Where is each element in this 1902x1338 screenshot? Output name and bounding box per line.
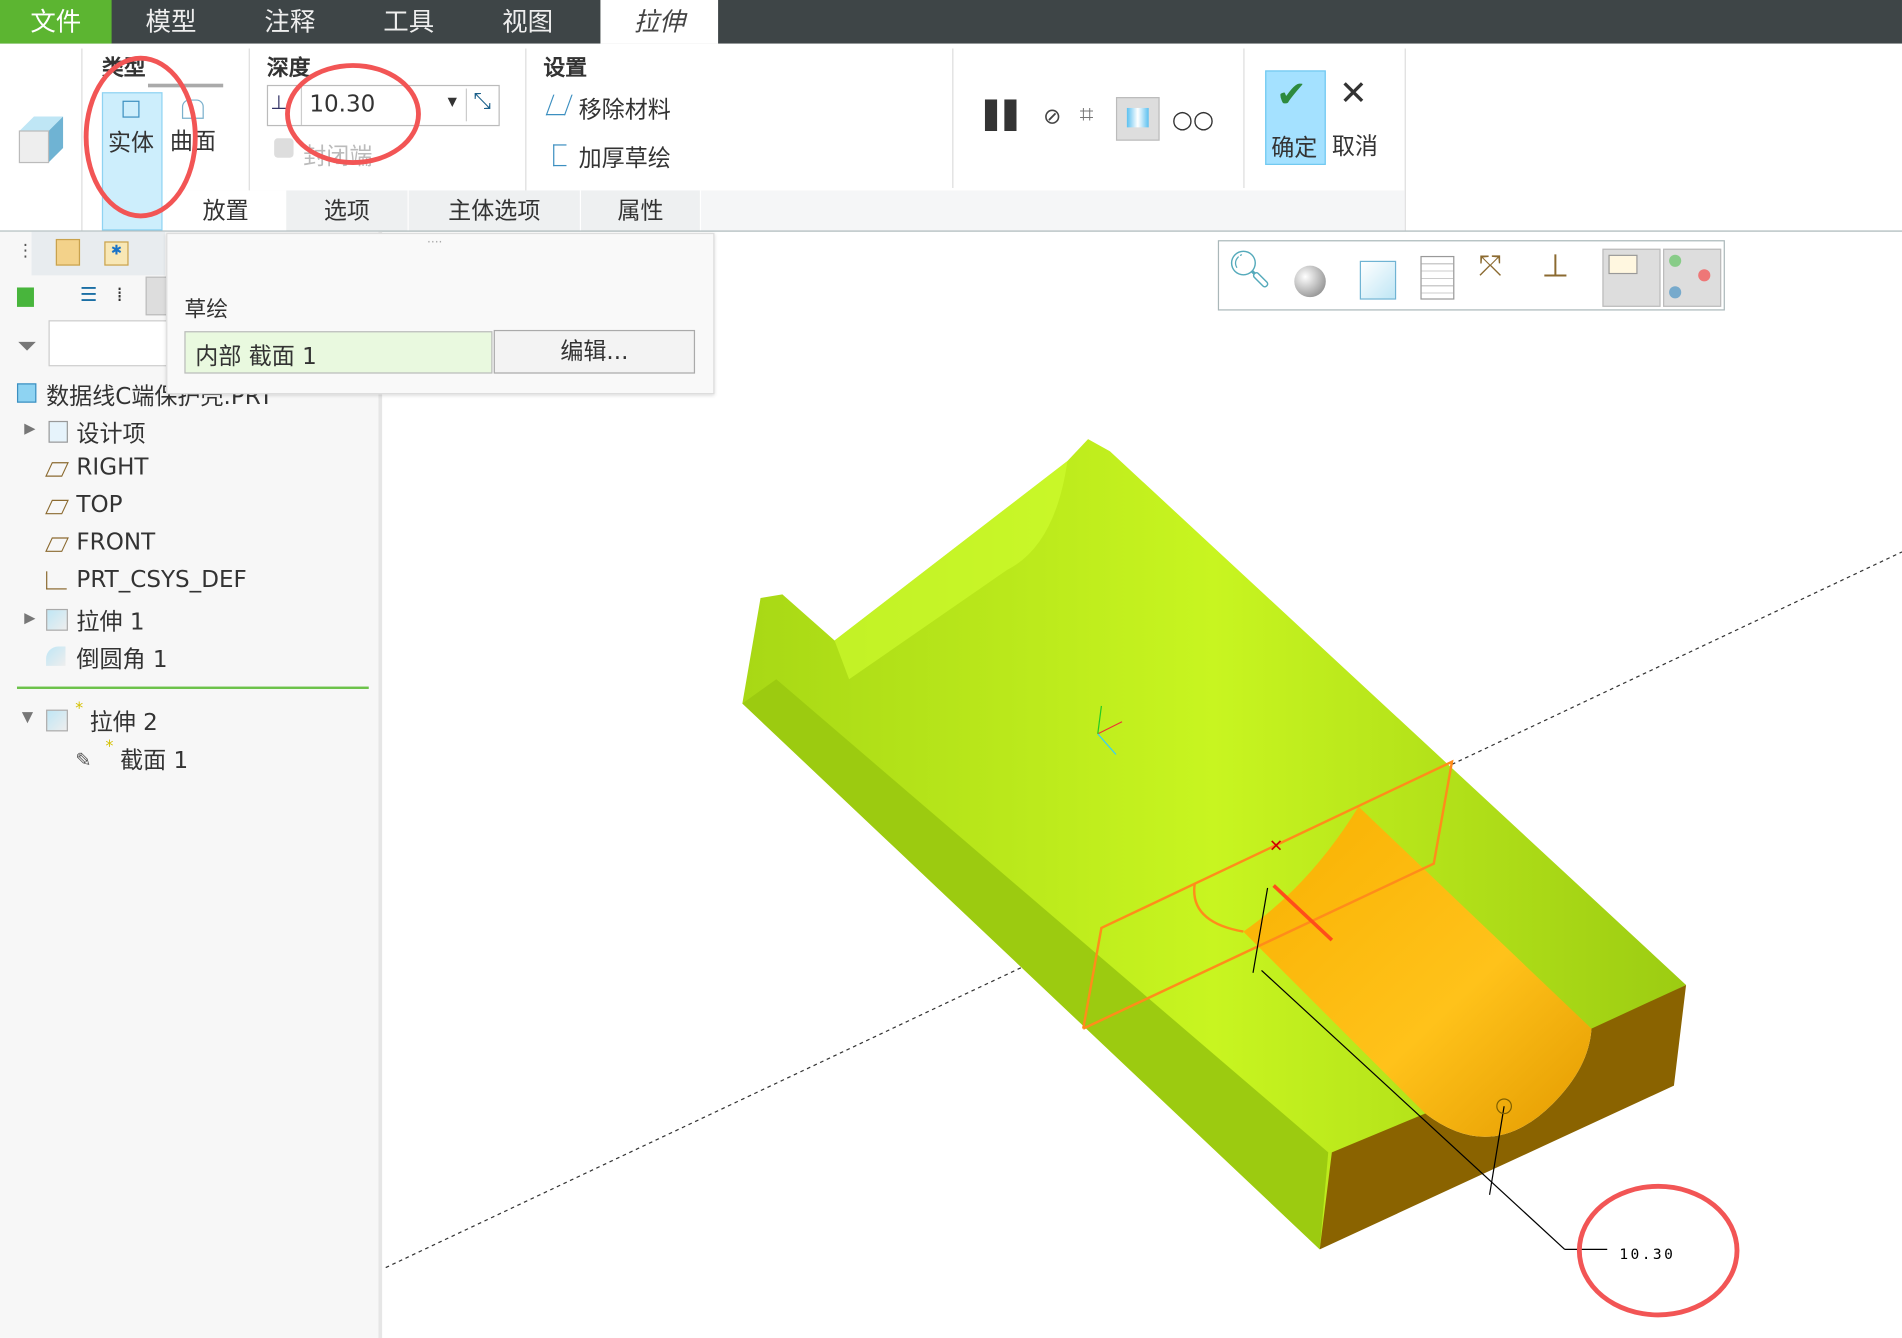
cancel-label: 取消 [1331, 133, 1378, 161]
datum-plane-icon [45, 537, 69, 552]
extrude-icon [46, 608, 68, 631]
remove-material-option[interactable]: 移除材料 [579, 92, 671, 125]
flip-direction-icon[interactable]: ⤡ [465, 88, 498, 122]
extrude-icon [46, 709, 68, 732]
tree-item-right[interactable]: RIGHT [76, 454, 148, 481]
new-marker-icon: * [105, 737, 114, 756]
highlight-ring [285, 63, 421, 165]
thicken-sketch-option[interactable]: 加厚草绘 [579, 141, 671, 174]
sketch-value: 内部 截面 1 [195, 343, 317, 370]
glasses-icon[interactable]: ○○ [1172, 104, 1214, 133]
drag-handle-icon[interactable]: ···· [427, 237, 442, 250]
tab-placement[interactable]: 放置 [166, 190, 287, 231]
csys-origin-icon: ✕ [1269, 837, 1283, 857]
favorites-icon[interactable]: ✱ [104, 241, 129, 266]
coordinate-system-icon [46, 571, 67, 590]
highlight-ring [1576, 1183, 1740, 1318]
tree-filter-icon[interactable]: ☰ [80, 283, 97, 306]
verify-preview-button[interactable] [1115, 97, 1160, 141]
datum-display-icon[interactable]: ⤧ [1479, 249, 1535, 305]
navigator-tabs [31, 231, 165, 276]
insert-indicator[interactable] [16, 686, 369, 689]
extrude-feature-icon [18, 116, 64, 164]
design-items-icon [48, 420, 68, 443]
spin-center-button[interactable] [1663, 248, 1722, 307]
zoom-fit-icon[interactable]: 🔍︎ [1226, 249, 1282, 305]
part-icon [16, 383, 37, 403]
tab-view[interactable]: 视图 [468, 0, 587, 44]
tree-item-front[interactable]: FRONT [76, 529, 155, 556]
tab-extrude[interactable]: 拉伸 [600, 0, 719, 44]
tree-item-section-1[interactable]: 截面 1 [120, 742, 188, 775]
display-style-icon[interactable] [1294, 265, 1326, 298]
datum-plane-icon [45, 499, 69, 515]
ok-label: 确定 [1271, 134, 1318, 162]
remove-material-icon [545, 94, 573, 116]
preview-wireframe-icon[interactable]: ⌗ [1080, 99, 1094, 128]
chevron-down-icon[interactable]: ▼ [448, 96, 457, 109]
layers-icon[interactable] [55, 238, 81, 266]
close-icon: ✕ [1339, 72, 1368, 113]
round-icon [46, 646, 66, 666]
placement-panel: ···· 草绘 内部 截面 1 编辑... [166, 232, 715, 395]
node-icon [1669, 286, 1682, 299]
tree-item-extrude-1[interactable]: 拉伸 1 [76, 604, 144, 637]
settings-group-title: 设置 [543, 55, 588, 82]
no-preview-icon[interactable]: ⊘ [1043, 104, 1061, 129]
search-input[interactable] [48, 320, 173, 367]
ribbon: 类型 实体 曲面 深度 ⊥ 10.30 ▼ ⤡ 封闭端 设置 移除材料 加厚草绘 [0, 43, 1902, 232]
node-icon [1669, 254, 1682, 267]
tab-file[interactable]: 文件 [0, 0, 112, 44]
graphics-area[interactable]: ✕ 10.30 [382, 232, 1902, 1338]
graphics-toolbar: 🔍︎ ⤧ ⊥ [1217, 240, 1725, 311]
datum-plane-icon [45, 462, 69, 477]
show-icon[interactable] [16, 287, 34, 307]
annotation-display-button[interactable] [1602, 248, 1661, 307]
node-icon [1698, 269, 1711, 282]
tab-annotate[interactable]: 注释 [230, 0, 349, 44]
tree-item-round-1[interactable]: 倒圆角 1 [76, 642, 167, 675]
tab-properties[interactable]: 属性 [581, 190, 702, 231]
expand-icon[interactable]: ▶ [24, 609, 35, 626]
menu-bar: 文件 模型 注释 工具 视图 拉伸 [0, 0, 1902, 44]
saved-views-icon[interactable] [1359, 260, 1397, 300]
ok-button[interactable]: ✔ 确定 [1265, 70, 1326, 165]
tree-item-top[interactable]: TOP [76, 491, 122, 518]
model-tree-panel: ⋮⋮ ✱ ☰ ⁞ ⏷ 数据线C端保护壳.PRT ▶ 设计项 RIGHT TOP … [0, 231, 383, 1338]
capped-ends-icon [274, 138, 294, 158]
collapse-icon[interactable]: ▼ [22, 708, 33, 725]
sketch-icon: ✎ [75, 748, 92, 772]
annotation-icon [1608, 254, 1638, 275]
tree-item-design-items[interactable]: 设计项 [76, 416, 145, 449]
preview-icon [1126, 107, 1149, 128]
tree-item-csys[interactable]: PRT_CSYS_DEF [76, 566, 246, 593]
sketch-label: 草绘 [184, 297, 229, 323]
csys-display-icon[interactable]: ⊥ [1542, 249, 1598, 305]
tab-tools[interactable]: 工具 [349, 0, 468, 44]
filter-icon: ⏷ [16, 331, 37, 361]
highlight-ring [83, 55, 198, 219]
tab-model[interactable]: 模型 [112, 0, 231, 44]
thicken-sketch-icon [553, 144, 567, 167]
checkmark-icon: ✔ [1276, 73, 1307, 117]
view-manager-icon[interactable] [1420, 255, 1455, 300]
sketch-collector[interactable]: 内部 截面 1 [184, 331, 493, 374]
new-marker-icon: * [75, 699, 84, 719]
tree-item-extrude-2[interactable]: 拉伸 2 [90, 705, 158, 738]
pause-button[interactable] [984, 99, 1019, 132]
tab-options[interactable]: 选项 [286, 190, 409, 231]
expand-icon[interactable]: ▶ [24, 420, 35, 437]
tab-body-options[interactable]: 主体选项 [408, 190, 582, 231]
edit-sketch-button[interactable]: 编辑... [493, 329, 696, 374]
cancel-button[interactable]: ✕ 取消 [1329, 70, 1382, 162]
tree-columns-icon[interactable]: ⁞ [116, 283, 122, 306]
